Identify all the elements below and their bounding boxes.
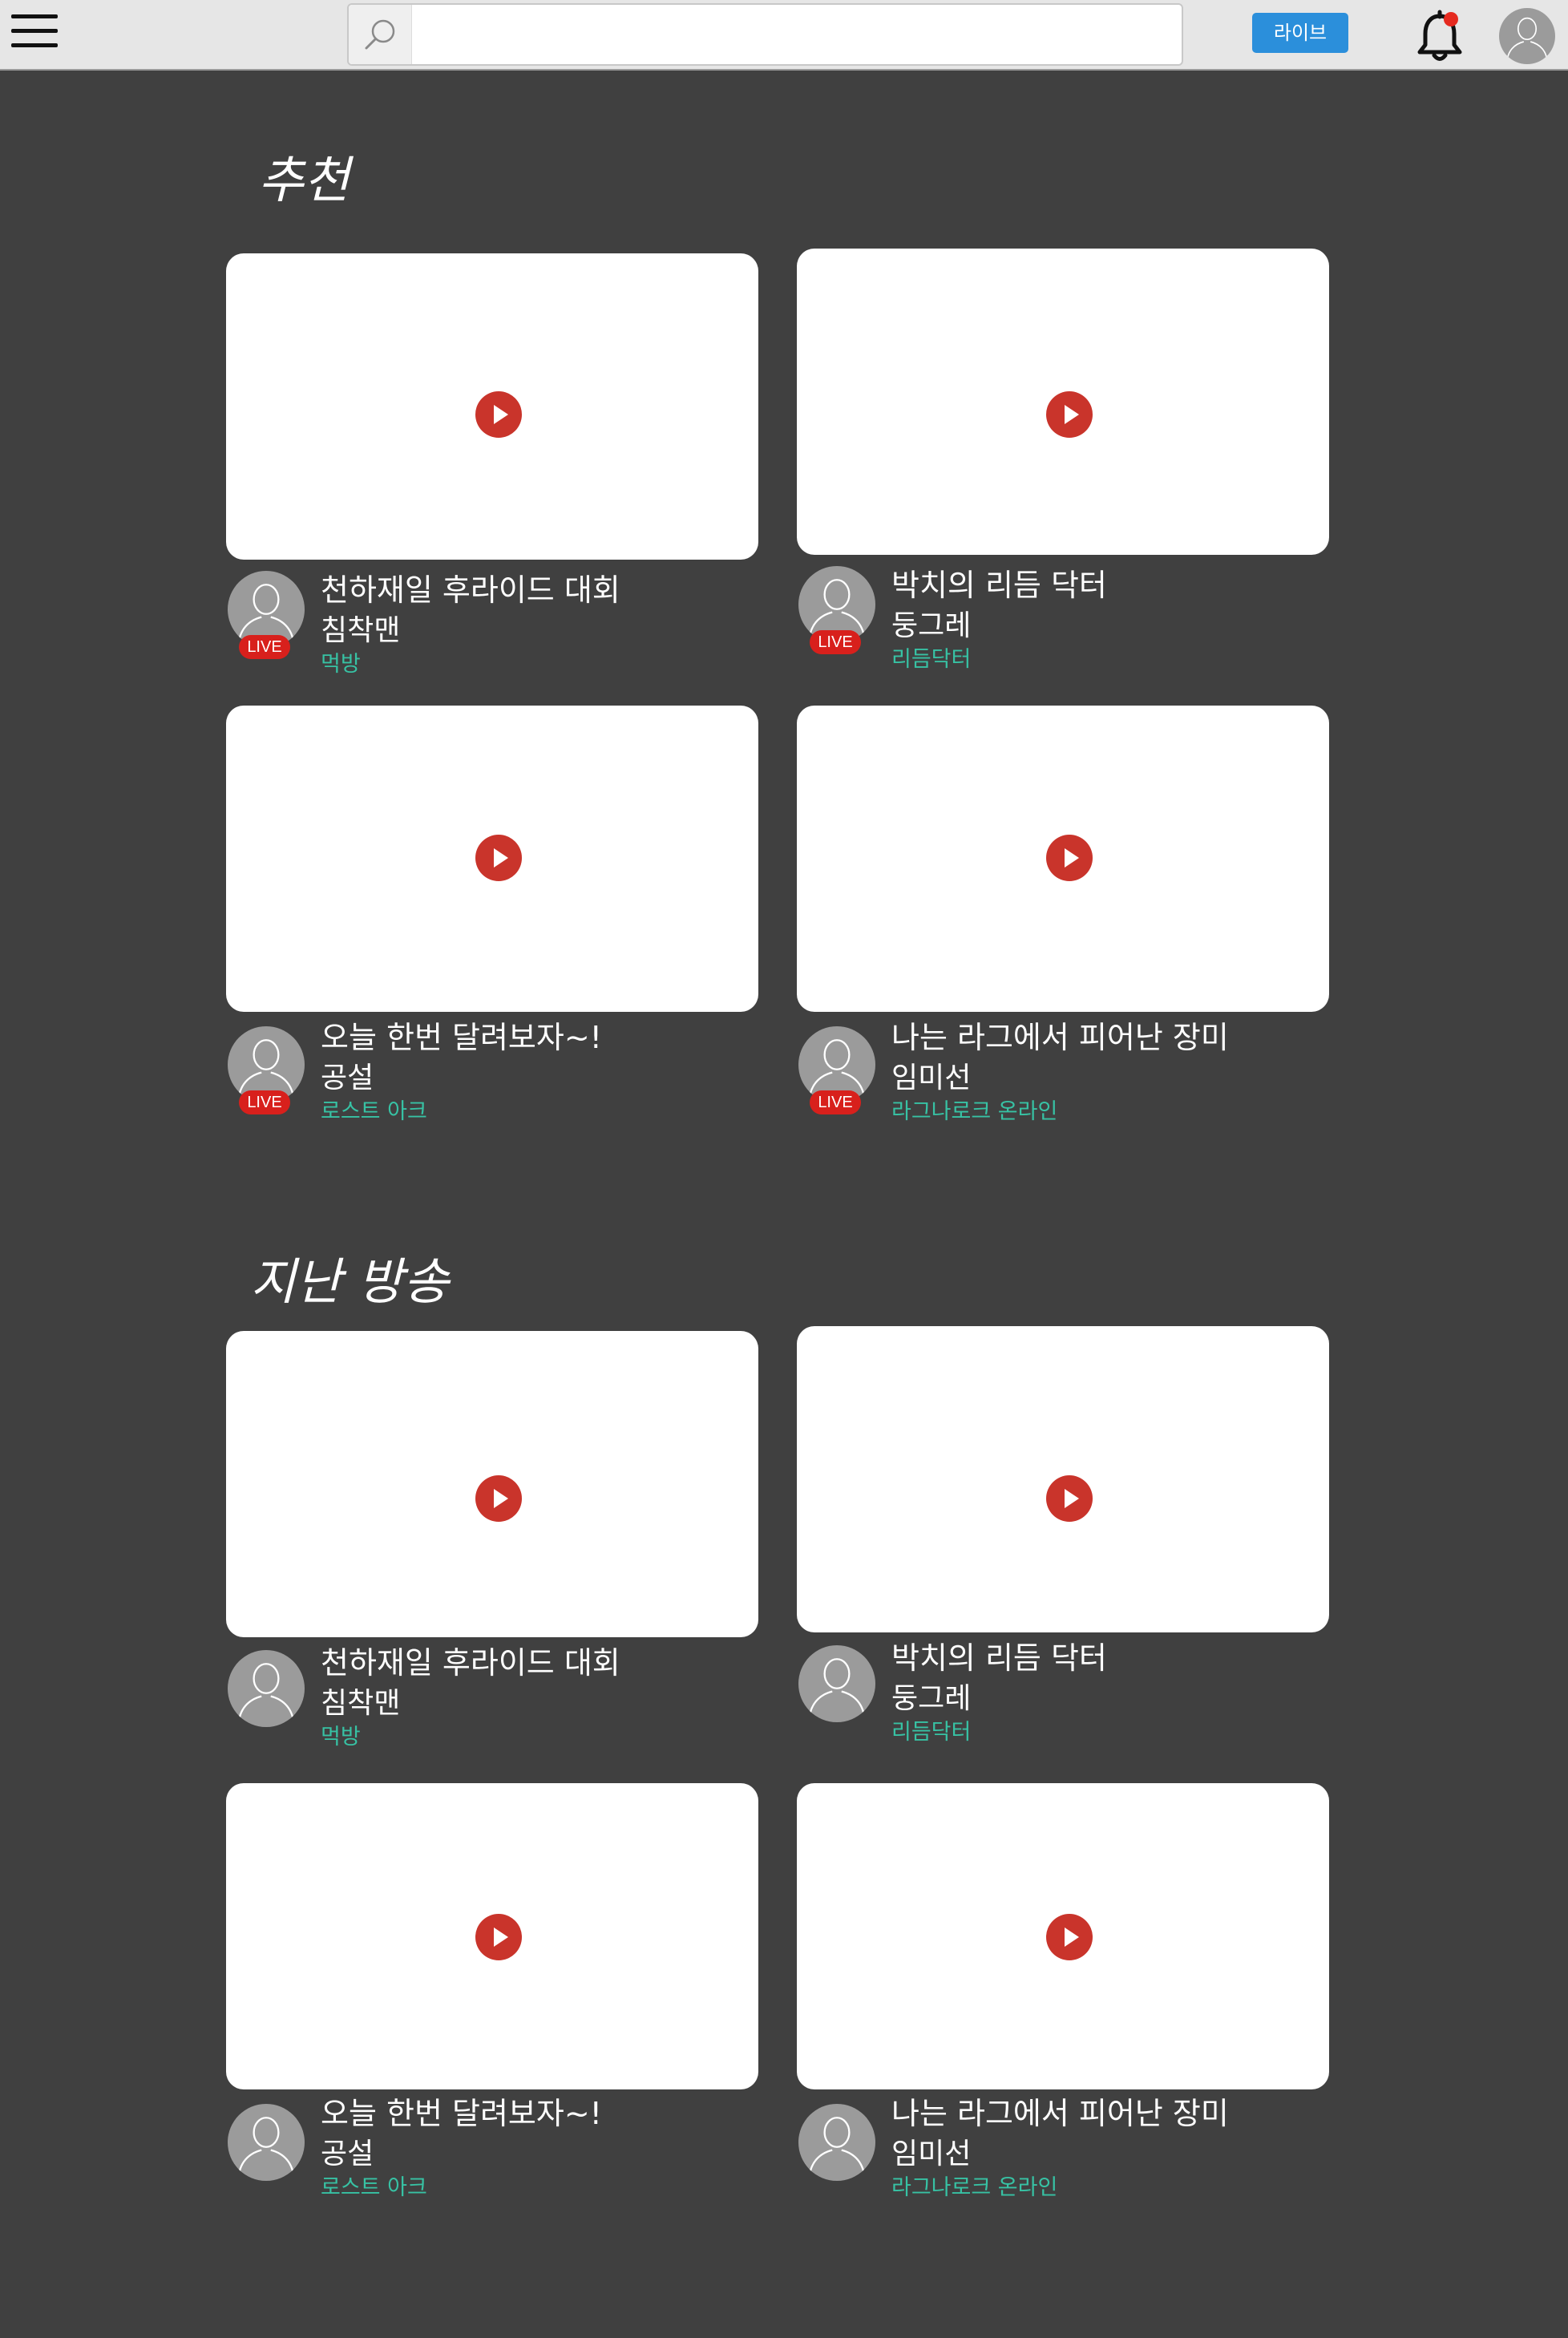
video-thumbnail[interactable] (226, 253, 758, 560)
play-icon[interactable] (1046, 1914, 1093, 1960)
streamer-name[interactable]: 침착맨 (321, 1684, 754, 1724)
stream-meta: 천하재일 후라이드 대회 침착맨 먹방 (321, 1642, 754, 1751)
stream-title[interactable]: 천하재일 후라이드 대회 (321, 1642, 754, 1684)
stream-category[interactable]: 라그나로크 온라인 (891, 2174, 1324, 2202)
channel-avatar-icon[interactable] (798, 2104, 875, 2181)
live-badge: LIVE (239, 1090, 290, 1114)
search-box (347, 3, 1183, 66)
live-button[interactable]: 라이브 (1252, 13, 1348, 53)
user-avatar-icon (1499, 8, 1555, 64)
stream-category[interactable]: 먹방 (321, 651, 754, 678)
stream-category[interactable]: 로스트 아크 (321, 1098, 754, 1126)
notification-dot (1444, 12, 1458, 26)
stream-meta: 천하재일 후라이드 대회 침착맨 먹방 (321, 569, 754, 678)
video-thumbnail[interactable] (226, 1783, 758, 2089)
channel-avatar-icon[interactable] (228, 1650, 305, 1727)
streamer-name[interactable]: 공설 (321, 1058, 754, 1098)
play-icon[interactable] (1046, 835, 1093, 881)
live-badge: LIVE (239, 635, 290, 659)
section-title-recommended: 추천 (258, 151, 350, 209)
search-button[interactable] (349, 5, 412, 64)
menu-bar-line (11, 43, 58, 47)
play-icon[interactable] (475, 835, 522, 881)
streamer-name[interactable]: 임미선 (891, 2134, 1324, 2174)
stream-title[interactable]: 박치의 리듬 닥터 (891, 1637, 1324, 1679)
streamer-name[interactable]: 임미선 (891, 1058, 1324, 1098)
top-bar: 라이브 (0, 0, 1568, 71)
profile-button[interactable] (1499, 8, 1555, 64)
stream-category[interactable]: 로스트 아크 (321, 2174, 754, 2202)
streamer-name[interactable]: 둥그레 (891, 606, 1324, 646)
play-icon[interactable] (475, 1475, 522, 1522)
section-title-past-broadcasts: 지난 방송 (250, 1252, 449, 1311)
video-thumbnail[interactable] (226, 1331, 758, 1637)
stream-title[interactable]: 나는 라그에서 피어난 장미 (891, 1017, 1324, 1058)
search-input[interactable] (413, 5, 1178, 64)
stream-category[interactable]: 리듬닥터 (891, 1719, 1324, 1746)
streamer-name[interactable]: 둥그레 (891, 1679, 1324, 1719)
streamer-name[interactable]: 침착맨 (321, 611, 754, 651)
stream-meta: 박치의 리듬 닥터 둥그레 리듬닥터 (891, 1637, 1324, 1746)
video-thumbnail[interactable] (226, 706, 758, 1012)
streamer-name[interactable]: 공설 (321, 2134, 754, 2174)
stream-category[interactable]: 라그나로크 온라인 (891, 1098, 1324, 1126)
menu-bar-line (11, 29, 58, 33)
video-thumbnail[interactable] (797, 706, 1329, 1012)
menu-bar-line (11, 14, 58, 18)
play-icon[interactable] (1046, 1475, 1093, 1522)
channel-avatar-icon[interactable] (798, 1645, 875, 1722)
stream-meta: 나는 라그에서 피어난 장미 임미선 라그나로크 온라인 (891, 2093, 1324, 2202)
stream-category[interactable]: 먹방 (321, 1724, 754, 1751)
video-thumbnail[interactable] (797, 1783, 1329, 2089)
video-thumbnail[interactable] (797, 1326, 1329, 1632)
stream-meta: 나는 라그에서 피어난 장미 임미선 라그나로크 온라인 (891, 1017, 1324, 1126)
play-icon[interactable] (475, 1914, 522, 1960)
stream-title[interactable]: 박치의 리듬 닥터 (891, 564, 1324, 606)
stream-title[interactable]: 오늘 한번 달려보자~! (321, 1017, 754, 1058)
stream-meta: 오늘 한번 달려보자~! 공설 로스트 아크 (321, 2093, 754, 2202)
bell-icon (1417, 10, 1462, 61)
stream-meta: 오늘 한번 달려보자~! 공설 로스트 아크 (321, 1017, 754, 1126)
stream-title[interactable]: 나는 라그에서 피어난 장미 (891, 2093, 1324, 2134)
live-badge: LIVE (810, 630, 861, 654)
stream-title[interactable]: 오늘 한번 달려보자~! (321, 2093, 754, 2134)
hamburger-menu-icon[interactable] (11, 14, 58, 50)
live-badge: LIVE (810, 1090, 861, 1114)
magnifier-icon (365, 19, 395, 50)
stream-meta: 박치의 리듬 닥터 둥그레 리듬닥터 (891, 564, 1324, 673)
notifications-button[interactable] (1416, 10, 1464, 63)
play-icon[interactable] (1046, 391, 1093, 438)
stream-category[interactable]: 리듬닥터 (891, 646, 1324, 673)
stream-title[interactable]: 천하재일 후라이드 대회 (321, 569, 754, 611)
video-thumbnail[interactable] (797, 249, 1329, 555)
channel-avatar-icon[interactable] (228, 2104, 305, 2181)
play-icon[interactable] (475, 391, 522, 438)
